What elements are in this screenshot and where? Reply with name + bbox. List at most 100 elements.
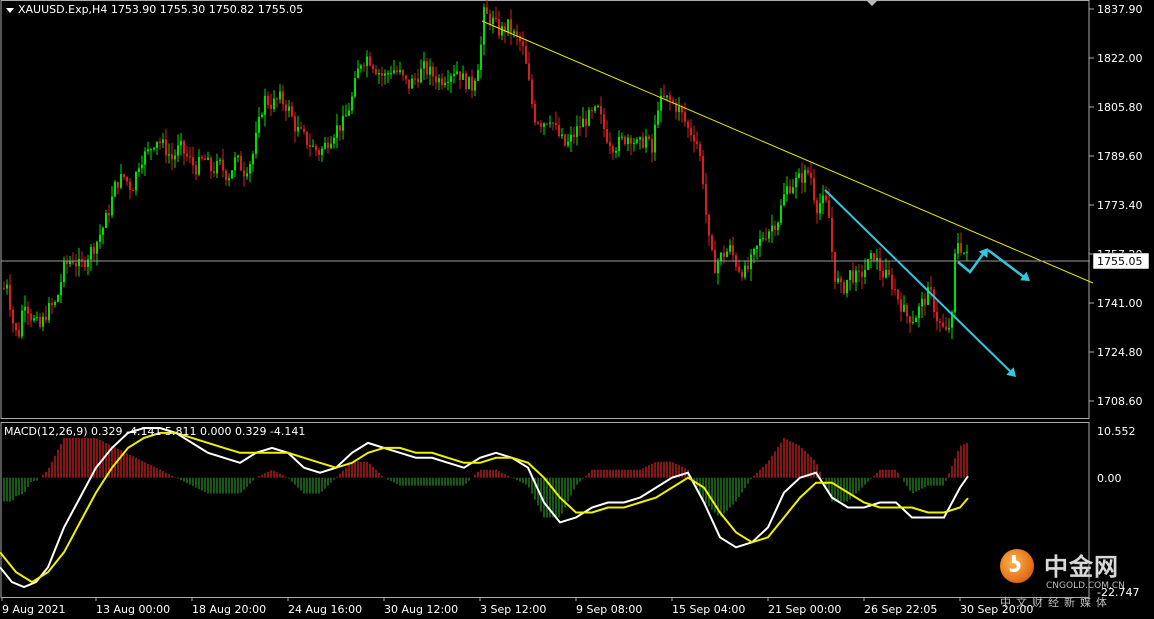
shift-marker-icon[interactable] [866,0,878,6]
candle-body [165,139,167,156]
candle-body [12,309,14,324]
candle-body [762,238,764,240]
candle-body [477,69,479,81]
candle-body [243,170,245,177]
candle-body [669,95,671,101]
candle-body [924,298,926,305]
candle-body [765,238,767,240]
candle-body [591,110,593,112]
candle-body [573,134,575,137]
candle-body [528,63,530,80]
candle-body [609,142,611,147]
candle-body [441,78,443,86]
candle-body [396,70,398,73]
candle-body [390,73,392,75]
candle-body [264,95,266,115]
candle-body [336,125,338,138]
forecast-arrows[interactable] [957,248,1030,377]
candle-body [909,316,911,323]
candle-body [333,137,335,144]
candle-body [900,299,902,312]
candle-body [648,136,650,139]
candle-body [747,265,749,270]
macd-tick-label: 10.552 [1097,425,1136,438]
candle-body [948,327,950,330]
candle-body [162,139,164,144]
candle-body [555,123,557,125]
candle-body [435,76,437,83]
macd-histogram [3,437,968,518]
candle-body [102,227,104,235]
time-tick-label: 13 Aug 00:00 [96,603,170,616]
candle-body [816,200,818,214]
candle-body [729,245,731,252]
candle-body [471,76,473,91]
candle-body [237,155,239,158]
candle-body [957,243,959,254]
candle-body [324,142,326,149]
candle-body [345,115,347,117]
time-axis: 9 Aug 2021 13 Aug 00:00 18 Aug 20:00 24 Aug… [1,597,1033,616]
candle-body [486,7,488,14]
candle-body [645,136,647,148]
candle-body [546,123,548,125]
candle-body [36,316,38,319]
time-tick-label: 30 Aug 12:00 [384,603,458,616]
candle-body [804,169,806,183]
candle-body [423,61,425,69]
candle-body [651,138,653,153]
candle-body [339,125,341,131]
candle-body [537,122,539,124]
candle-body [567,141,569,146]
candle-body [69,261,71,264]
trendline-resistance[interactable] [481,20,1094,284]
candle-body [657,110,659,125]
candle-body [489,13,491,25]
candle-body [717,261,719,274]
candle-body [393,70,395,74]
candle-body [522,41,524,46]
candle-body [15,323,17,331]
candle-body [741,271,743,278]
candle-body [285,104,287,111]
candle-body [429,66,431,75]
candle-body [501,26,503,36]
cngold-logo-icon: ʖ [1000,549,1034,583]
candle-body [300,127,302,129]
candle-body [258,116,260,133]
candle-body [510,19,512,34]
candle-body [690,127,692,136]
candle-body [492,17,494,25]
candle-body [732,245,734,256]
candle-body [438,78,440,83]
candle-body [642,137,644,148]
candle-body [837,278,839,282]
candle-body [318,150,320,155]
candle-body [498,19,500,36]
candle-body [219,159,221,161]
candle-body [543,123,545,127]
price-chart[interactable]: 1837.901822.001805.801789.601773.401757.… [0,0,1154,619]
candle-body [912,322,914,324]
candle-body [933,289,935,312]
candle-body [570,134,572,142]
candle-body [906,304,908,317]
price-tick-label: 1724.80 [1097,346,1143,359]
candle-body [855,270,857,283]
candle-body [582,118,584,128]
candle-body [453,73,455,76]
candle-body [564,134,566,146]
candle-body [177,145,179,156]
candle-body [81,259,83,261]
candle-body [210,157,212,171]
candle-body [375,69,377,75]
candle-body [693,135,695,142]
candle-body [234,157,236,171]
candle-body [945,326,947,330]
candle-body [483,7,485,45]
candle-body [321,148,323,155]
candle-body [261,114,263,117]
candle-body [807,169,809,173]
candle-body [135,171,137,191]
forecast-arrow-path [987,249,1029,281]
